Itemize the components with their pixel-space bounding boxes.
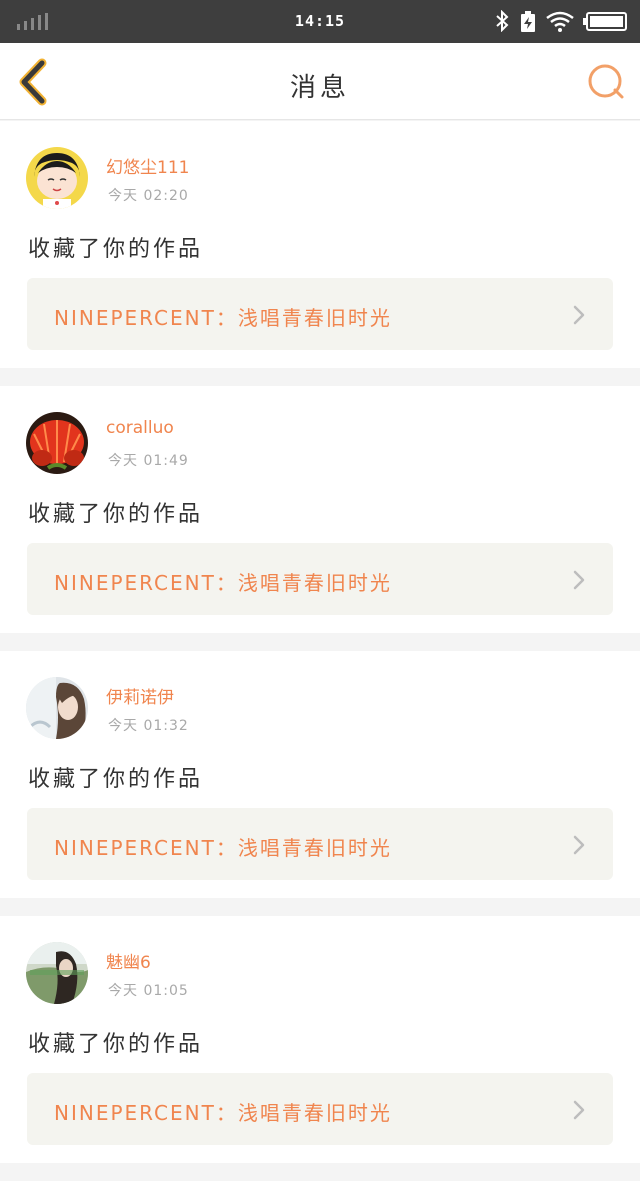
work-title: NINEPERCENT：浅唱青春旧时光 [54, 571, 392, 595]
username[interactable]: 幻悠尘111 [106, 153, 189, 178]
work-link[interactable]: NINEPERCENT：浅唱青春旧时光 [27, 1073, 613, 1145]
message-card: 伊莉诺伊 今天 01:32 收藏了你的作品 NINEPERCENT：浅唱青春旧时… [0, 651, 640, 898]
timestamp: 今天 02:20 [108, 188, 189, 204]
avatar[interactable] [26, 412, 88, 474]
battery-icon [583, 12, 627, 31]
message-list: 幻悠尘111 今天 02:20 收藏了你的作品 NINEPERCENT：浅唱青春… [0, 121, 640, 1181]
chevron-right-icon [573, 305, 585, 325]
avatar[interactable] [26, 147, 88, 209]
charging-icon [521, 11, 535, 32]
status-bar: 14:15 [0, 0, 640, 43]
avatar[interactable] [26, 942, 88, 1004]
timestamp: 今天 01:32 [108, 718, 189, 734]
nav-bar: 消息 [0, 43, 640, 120]
chevron-right-icon [573, 1100, 585, 1120]
action-text: 收藏了你的作品 [28, 767, 204, 792]
message-card: 幻悠尘111 今天 02:20 收藏了你的作品 NINEPERCENT：浅唱青春… [0, 121, 640, 368]
work-link[interactable]: NINEPERCENT：浅唱青春旧时光 [27, 278, 613, 350]
wifi-icon [546, 11, 574, 32]
timestamp: 今天 01:05 [108, 983, 189, 999]
username[interactable]: 伊莉诺伊 [106, 683, 174, 708]
page-title: 消息 [289, 73, 350, 103]
search-icon[interactable] [584, 60, 628, 104]
avatar[interactable] [26, 677, 88, 739]
status-time: 14:15 [294, 12, 346, 30]
chevron-right-icon [573, 570, 585, 590]
work-title: NINEPERCENT：浅唱青春旧时光 [54, 306, 392, 330]
work-title: NINEPERCENT：浅唱青春旧时光 [54, 1101, 392, 1125]
work-link[interactable]: NINEPERCENT：浅唱青春旧时光 [27, 808, 613, 880]
username[interactable]: 魅幽6 [106, 948, 151, 973]
message-card: coralluo 今天 01:49 收藏了你的作品 NINEPERCENT：浅唱… [0, 386, 640, 633]
username[interactable]: coralluo [106, 418, 174, 438]
action-text: 收藏了你的作品 [28, 237, 204, 262]
action-text: 收藏了你的作品 [28, 1032, 204, 1057]
work-link[interactable]: NINEPERCENT：浅唱青春旧时光 [27, 543, 613, 615]
action-text: 收藏了你的作品 [28, 502, 204, 527]
chevron-right-icon [573, 835, 585, 855]
bluetooth-icon [496, 10, 509, 32]
timestamp: 今天 01:49 [108, 453, 189, 469]
message-card: 魅幽6 今天 01:05 收藏了你的作品 NINEPERCENT：浅唱青春旧时光 [0, 916, 640, 1163]
work-title: NINEPERCENT：浅唱青春旧时光 [54, 836, 392, 860]
